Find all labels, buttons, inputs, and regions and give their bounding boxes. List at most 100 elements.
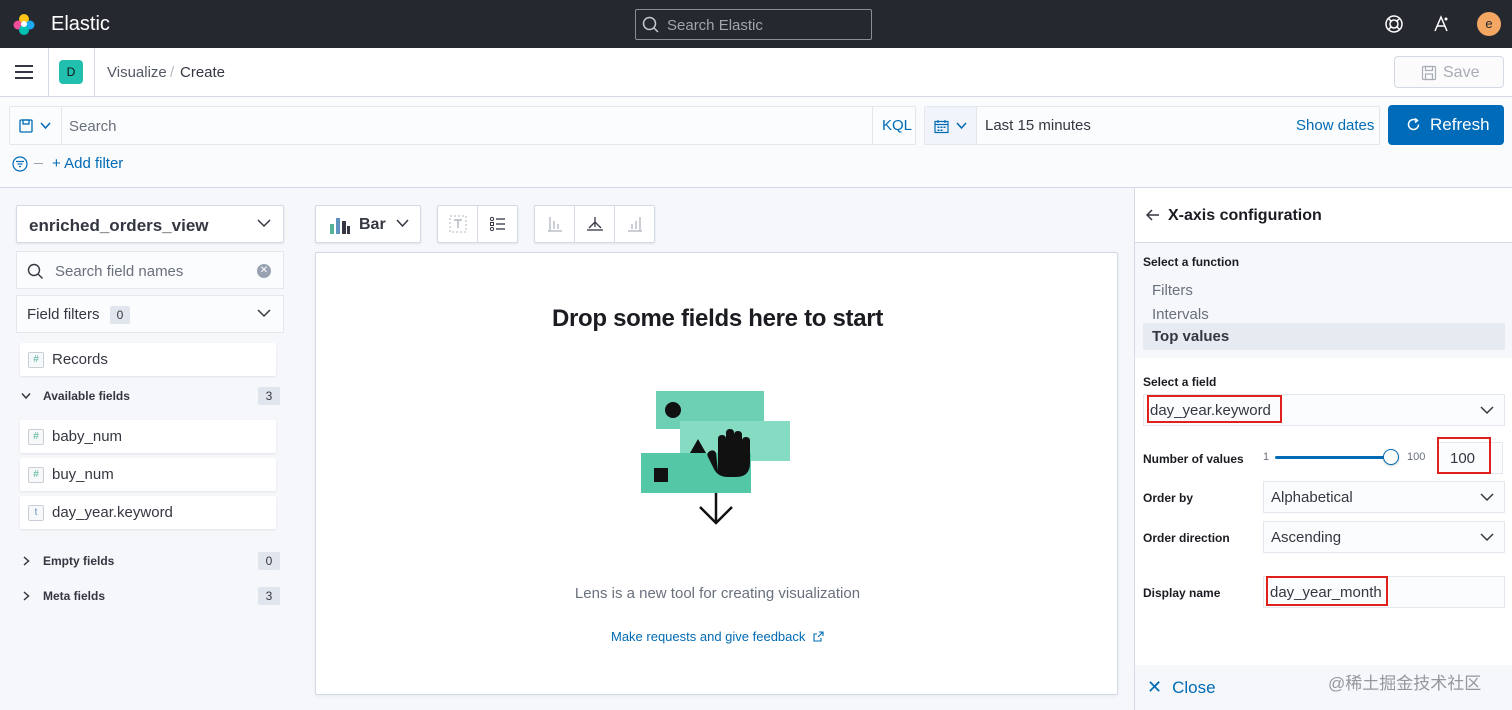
highlight-box [1437,437,1491,474]
refresh-button[interactable]: Refresh [1388,105,1504,145]
query-language-button[interactable]: KQL [872,107,916,144]
breadcrumb-visualize[interactable]: Visualize [107,64,167,81]
field-name: buy_num [52,466,114,483]
legend-icon [489,216,505,232]
slider-min-label: 1 [1263,451,1270,463]
meta-fields-label: Meta fields [43,589,106,603]
chevron-right-icon [23,591,30,601]
date-range-text[interactable]: Last 15 minutes [985,117,1091,134]
feedback-link[interactable]: Make requests and give feedback [316,629,1119,644]
chart-type-switch[interactable]: Bar [315,205,421,243]
number-of-values-slider[interactable] [1275,456,1391,459]
search-icon [27,263,43,279]
dimension-config-flyout: X-axis configuration Select a function F… [1134,188,1512,710]
index-pattern-name: enriched_orders_view [29,216,209,235]
app-navbar: D Visualize / Create Save [0,48,1512,97]
select-field-label: Select a field [1143,375,1217,389]
global-search-input[interactable]: Search Elastic [635,9,872,40]
add-filter-button[interactable]: + Add filter [52,155,123,172]
field-search-input[interactable]: Search field names ✕ [16,251,284,289]
menu-icon[interactable] [15,65,33,79]
flyout-title: X-axis configuration [1168,207,1322,224]
value-labels-button[interactable] [438,206,478,242]
function-top-values-label: Top values [1152,328,1230,345]
saved-queries-button[interactable] [10,107,62,144]
field-filters-button[interactable]: Field filters 0 [16,295,284,333]
number-type-icon: # [28,352,44,368]
chevron-down-icon [956,122,967,130]
display-name-label: Display name [1143,586,1221,600]
order-direction-select[interactable]: Ascending [1263,521,1505,553]
number-type-icon: # [28,429,44,445]
close-button[interactable]: ✕ Close [1147,677,1216,698]
filter-options-icon[interactable] [12,156,28,172]
elastic-logo-icon[interactable] [12,12,36,36]
slider-max-label: 100 [1407,451,1426,463]
field-item-day-year-keyword[interactable]: t day_year.keyword [20,496,276,529]
divider [94,48,95,96]
chevron-down-icon [257,219,271,228]
global-header: Elastic Search Elastic e [0,0,1512,48]
calendar-icon [934,120,949,134]
brand-name: Elastic [51,13,110,35]
field-name: day_year.keyword [52,504,173,521]
user-avatar[interactable]: e [1477,12,1501,36]
save-button[interactable]: Save [1394,56,1504,88]
space-avatar[interactable]: D [59,60,83,84]
search-icon [642,16,659,33]
order-by-select[interactable]: Alphabetical [1263,481,1505,513]
close-label: Close [1172,678,1216,697]
index-pattern-select[interactable]: enriched_orders_view [16,205,284,243]
legend-toolbar [437,205,518,243]
arrow-left-icon[interactable] [1146,209,1160,221]
refresh-icon [1407,117,1420,131]
chevron-down-icon [1480,406,1494,415]
highlight-box [1147,395,1282,423]
order-by-label: Order by [1143,491,1194,505]
field-name: baby_num [52,428,123,445]
feedback-link-text: Make requests and give feedback [610,629,806,644]
field-item-buy-num[interactable]: # buy_num [20,458,276,491]
field-item-records[interactable]: # Records [20,343,276,376]
function-intervals[interactable]: Intervals [1152,306,1209,323]
divider [34,163,43,164]
left-axis-button[interactable] [535,206,575,242]
slider-thumb[interactable] [1383,449,1399,465]
available-fields-label: Available fields [43,389,130,403]
highlight-box [1266,576,1388,606]
save-icon [1421,65,1437,81]
function-filters[interactable]: Filters [1152,282,1193,299]
string-type-icon: t [28,505,44,521]
quick-select-button[interactable] [925,107,977,144]
empty-fields-label: Empty fields [43,554,115,568]
chart-type-label: Bar [359,216,386,233]
chevron-down-icon [1480,533,1494,542]
function-top-values[interactable]: Top values [1143,323,1505,350]
number-of-values-label: Number of values [1143,452,1244,466]
number-type-icon: # [28,467,44,483]
field-filters-count: 0 [110,306,130,324]
empty-fields-toggle[interactable]: Empty fields 0 [20,552,280,572]
flyout-header: X-axis configuration [1135,188,1512,243]
axis-left-icon [548,217,562,232]
axis-toolbar [534,205,655,243]
field-item-baby-num[interactable]: # baby_num [20,420,276,453]
order-direction-label: Order direction [1143,531,1230,545]
bar-chart-icon [330,218,350,234]
newsfeed-icon[interactable] [1431,14,1451,34]
meta-fields-toggle[interactable]: Meta fields 3 [20,587,280,607]
chevron-down-icon [40,122,51,130]
right-axis-button[interactable] [615,206,655,242]
clear-icon[interactable]: ✕ [257,264,271,278]
drag-drop-illustration [641,391,790,525]
legend-button[interactable] [478,206,518,242]
query-bar: Search KQL [9,106,916,145]
visualization-drop-zone[interactable]: Drop some fields here to start Lens is a… [315,252,1118,695]
bottom-axis-button[interactable] [575,206,615,242]
text-label-icon [449,215,467,233]
show-dates-link[interactable]: Show dates [1296,117,1374,134]
query-search-input[interactable]: Search [69,118,117,135]
help-icon[interactable] [1384,14,1404,34]
close-icon: ✕ [1147,677,1163,697]
available-fields-toggle[interactable]: Available fields 3 [20,387,280,407]
